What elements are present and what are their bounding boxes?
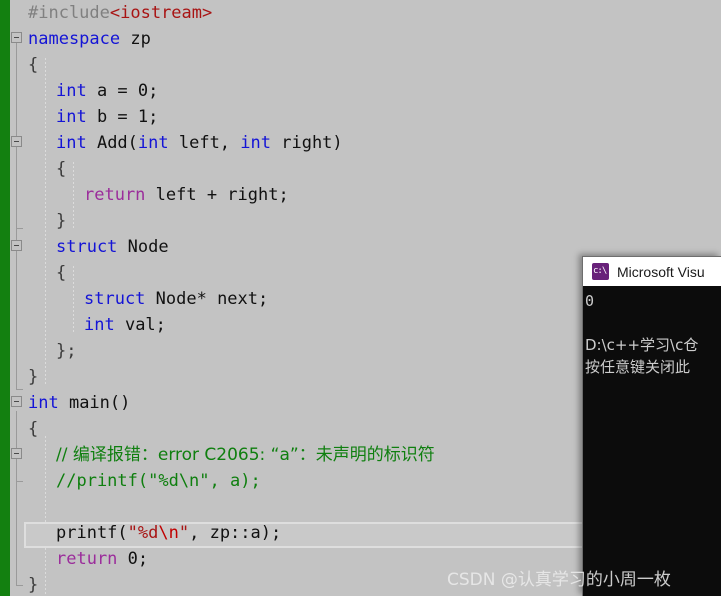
code-line[interactable]: int val;: [84, 312, 166, 338]
code-token: main(): [58, 393, 131, 413]
code-line[interactable]: int main(): [28, 390, 130, 416]
console-app-icon: [592, 263, 609, 280]
code-line[interactable]: return left + right;: [84, 182, 289, 208]
code-token: int: [56, 107, 87, 127]
code-token: }: [28, 367, 39, 387]
code-line[interactable]: {: [28, 52, 38, 78]
code-token: {: [28, 55, 39, 75]
code-token: printf(: [56, 523, 128, 543]
console-titlebar[interactable]: Microsoft Visu: [583, 257, 721, 286]
code-token: \n: [158, 523, 179, 543]
code-line[interactable]: #include<iostream>: [28, 0, 212, 26]
code-token: , zp::a);: [189, 523, 282, 543]
code-line[interactable]: // 编译报错：error C2065: “a”：未声明的标识符: [56, 442, 435, 468]
code-token: left,: [168, 133, 241, 153]
code-line[interactable]: }: [28, 364, 38, 390]
console-title: Microsoft Visu: [617, 263, 705, 280]
code-token: {: [56, 159, 67, 179]
code-token: int: [28, 393, 59, 413]
code-token: struct: [56, 237, 118, 257]
code-token: struct: [84, 289, 146, 309]
code-token: //printf("%d\n", a);: [56, 471, 261, 491]
code-token: };: [56, 341, 77, 361]
code-line[interactable]: }: [56, 208, 66, 234]
code-token: Node* next;: [145, 289, 269, 309]
code-token: }: [28, 575, 39, 595]
code-token: <iostream>: [109, 3, 213, 23]
code-token: // 编译报错：error C2065: “a”：未声明的标识符: [56, 445, 435, 465]
code-token: }: [56, 211, 67, 231]
code-line[interactable]: struct Node: [56, 234, 169, 260]
code-line[interactable]: }: [28, 572, 38, 596]
code-token: int: [56, 81, 87, 101]
code-token: int: [240, 133, 271, 153]
console-output: 0 D:\c++学习\c仓 按任意键关闭此: [583, 286, 721, 596]
code-line[interactable]: struct Node* next;: [84, 286, 268, 312]
code-token: int: [56, 133, 87, 153]
code-token: return: [56, 549, 118, 569]
code-line[interactable]: return 0;: [56, 546, 148, 572]
code-token: left + right;: [145, 185, 289, 205]
code-line[interactable]: {: [28, 416, 38, 442]
code-token: {: [28, 419, 39, 439]
code-line[interactable]: int Add(int left, int right): [56, 130, 343, 156]
code-token: right): [271, 133, 343, 153]
code-token: namespace: [28, 29, 121, 49]
code-line[interactable]: int b = 1;: [56, 104, 158, 130]
code-token: return: [84, 185, 146, 205]
code-line[interactable]: //printf("%d\n", a);: [56, 468, 261, 494]
code-token: a = 0;: [86, 81, 159, 101]
code-token: "%d: [127, 523, 159, 543]
code-token: {: [56, 263, 67, 283]
code-token: Node: [117, 237, 169, 257]
code-token: #include: [28, 3, 110, 23]
code-token: int: [84, 315, 115, 335]
code-token: int: [137, 133, 169, 153]
console-output-line: D:\c++学习\c仓: [585, 336, 699, 354]
code-line[interactable]: {: [56, 156, 66, 182]
code-line[interactable]: printf("%d\n", zp::a);: [56, 520, 281, 546]
console-window[interactable]: Microsoft Visu 0 D:\c++学习\c仓按任意键关闭此: [582, 256, 721, 596]
code-line[interactable]: int a = 0;: [56, 78, 158, 104]
code-token: Add(: [86, 133, 138, 153]
code-token: zp: [120, 29, 151, 49]
console-output-line: 0: [585, 292, 595, 310]
code-line[interactable]: };: [56, 338, 76, 364]
code-line[interactable]: {: [56, 260, 66, 286]
code-token: b = 1;: [86, 107, 159, 127]
code-token: 0;: [117, 549, 149, 569]
console-output-line: 按任意键关闭此: [585, 358, 691, 376]
code-token: val;: [114, 315, 166, 335]
code-token: ": [178, 523, 190, 543]
code-line[interactable]: namespace zp: [28, 26, 151, 52]
